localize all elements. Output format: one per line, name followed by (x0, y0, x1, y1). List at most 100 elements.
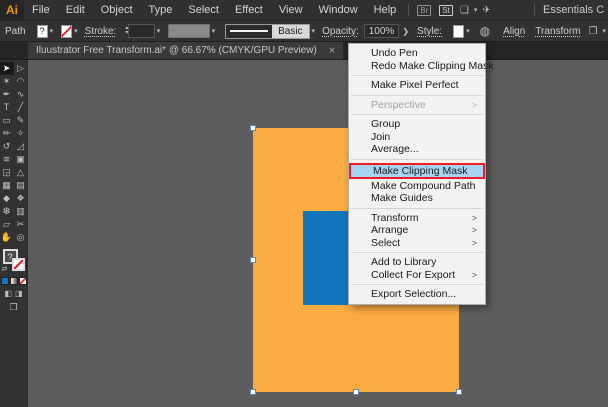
selection-handle[interactable] (250, 257, 256, 263)
perspective-grid-tool-icon[interactable]: △ (14, 166, 28, 179)
tab-close-icon[interactable]: × (329, 45, 335, 57)
arrange-chevron-icon[interactable]: ▾ (602, 27, 606, 35)
selection-handle[interactable] (250, 125, 256, 131)
scale-tool-icon[interactable]: ◿ (14, 140, 28, 153)
pencil-tool-icon[interactable]: ✏ (0, 127, 14, 140)
lasso-tool-icon[interactable]: ◠ (14, 75, 28, 88)
stroke-chevron-icon[interactable]: ▾ (74, 27, 78, 35)
fill-color-swatch[interactable]: ? (36, 24, 48, 38)
menu-item-transform[interactable]: Transform > (349, 212, 485, 225)
menu-item-join[interactable]: Join (349, 131, 485, 144)
bridge-icon[interactable]: Br (417, 4, 432, 16)
slice-tool-icon[interactable]: ✂ (14, 218, 28, 231)
style-swatch[interactable] (453, 24, 465, 38)
opacity-field[interactable]: 100% (363, 24, 400, 38)
hand-tool-icon[interactable]: ✋ (0, 231, 14, 244)
document-tab[interactable]: Iluustrator Free Transform.ai* @ 66.67% … (28, 42, 344, 59)
stroke-proxy-swatch[interactable] (11, 258, 25, 271)
menu-item-add-to-library[interactable]: Add to Library (349, 256, 485, 269)
menubar-item-edit[interactable]: Edit (58, 4, 93, 16)
recolor-artwork-icon[interactable]: ◍ (480, 24, 490, 38)
gradient-tool-icon[interactable]: ▤ (14, 179, 28, 192)
variable-width-profile-dropdown[interactable] (168, 24, 210, 38)
menu-item-arrange[interactable]: Arrange > (349, 224, 485, 237)
apply-gradient-button[interactable] (9, 277, 18, 285)
selection-handle[interactable] (250, 389, 256, 395)
menubar-item-help[interactable]: Help (366, 4, 405, 16)
zoom-tool-icon[interactable]: ◎ (14, 231, 28, 244)
selection-tool-icon[interactable]: ➤ (0, 62, 14, 75)
stroke-label[interactable]: Stroke: (85, 26, 117, 37)
curvature-tool-icon[interactable]: ∿ (14, 88, 28, 101)
type-tool-icon[interactable]: T (0, 101, 14, 114)
menu-item-label: Make Pixel Perfect (371, 79, 459, 92)
menu-item-undo-pen[interactable]: Undo Pen (349, 47, 485, 60)
arrange-documents-icon[interactable]: ❒ (589, 26, 598, 37)
menubar-item-view[interactable]: View (271, 4, 311, 16)
width-tool-icon[interactable]: ≋ (0, 153, 14, 166)
menubar-item-effect[interactable]: Effect (227, 4, 271, 16)
menu-item-export-selection[interactable]: Export Selection... (349, 288, 485, 301)
align-button[interactable]: Align (503, 26, 525, 37)
opacity-presets-arrow-icon[interactable]: ❯ (402, 27, 409, 36)
stock-icon[interactable]: St (439, 4, 453, 16)
brush-definition-dropdown[interactable]: Basic (225, 23, 310, 39)
document-arrangement-icon[interactable]: ❏ (460, 5, 469, 16)
menu-separator (351, 252, 483, 253)
menu-item-group[interactable]: Group (349, 118, 485, 131)
menu-item-make-compound-path[interactable]: Make Compound Path (349, 180, 485, 193)
menu-item-make-clipping-mask[interactable]: Make Clipping Mask (349, 162, 485, 179)
shaper-tool-icon[interactable]: ✧ (14, 127, 28, 140)
artboard-tool-icon[interactable]: ▱ (0, 218, 14, 231)
stroke-weight-chevron-icon[interactable]: ▾ (157, 27, 161, 35)
menu-item-select[interactable]: Select > (349, 237, 485, 250)
apply-color-button[interactable] (0, 277, 9, 285)
opacity-label[interactable]: Opacity: (322, 26, 359, 37)
rotate-tool-icon[interactable]: ↺ (0, 140, 14, 153)
menubar-item-window[interactable]: Window (311, 4, 366, 16)
fill-stroke-indicator[interactable]: ? ⇄ (2, 249, 26, 273)
blend-tool-icon[interactable]: ❖ (14, 192, 28, 205)
symbol-sprayer-tool-icon[interactable]: ❆ (0, 205, 14, 218)
menu-item-average[interactable]: Average... (349, 143, 485, 156)
canvas[interactable] (28, 60, 608, 407)
pen-tool-icon[interactable]: ✒ (0, 88, 14, 101)
eyedropper-tool-icon[interactable]: ◆ (0, 192, 14, 205)
apply-none-button[interactable] (18, 277, 27, 285)
chevron-down-icon[interactable]: ▾ (474, 6, 478, 14)
rectangle-tool-icon[interactable]: ▭ (0, 114, 14, 127)
menubar-item-type[interactable]: Type (141, 4, 181, 16)
free-transform-tool-icon[interactable]: ▣ (14, 153, 28, 166)
brush-chevron-icon[interactable]: ▾ (312, 27, 316, 35)
menu-item-perspective: Perspective > (349, 99, 485, 112)
menubar-item-select[interactable]: Select (180, 4, 227, 16)
direct-selection-tool-icon[interactable]: ▷ (14, 62, 28, 75)
menu-item-make-pixel-perfect[interactable]: Make Pixel Perfect (349, 79, 485, 92)
selection-handle[interactable] (353, 389, 359, 395)
gpu-performance-rocket-icon[interactable]: ✈ (482, 5, 490, 16)
shape-builder-tool-icon[interactable]: ◲ (0, 166, 14, 179)
menu-item-collect-for-export[interactable]: Collect For Export > (349, 269, 485, 282)
fill-chevron-icon[interactable]: ▾ (50, 27, 54, 35)
stroke-weight-field[interactable] (128, 24, 155, 38)
line-segment-tool-icon[interactable]: ╱ (14, 101, 28, 114)
transform-button[interactable]: Transform (535, 26, 580, 37)
menubar-item-object[interactable]: Object (93, 4, 141, 16)
column-graph-tool-icon[interactable]: ▥ (14, 205, 28, 218)
selection-handle[interactable] (456, 389, 462, 395)
profile-chevron-icon[interactable]: ▾ (212, 27, 216, 35)
style-chevron-icon[interactable]: ▾ (466, 27, 470, 35)
mesh-tool-icon[interactable]: ▦ (0, 179, 14, 192)
paintbrush-tool-icon[interactable]: ✎ (14, 114, 28, 127)
draw-behind-mode-icon[interactable]: ◨ (15, 289, 23, 298)
change-screen-mode-icon[interactable]: ❐ (9, 302, 17, 313)
stroke-color-swatch[interactable] (61, 24, 73, 38)
menu-item-make-guides[interactable]: Make Guides (349, 192, 485, 205)
menu-item-redo-make-clipping-mask[interactable]: Redo Make Clipping Mask (349, 60, 494, 73)
magic-wand-tool-icon[interactable]: ✶ (0, 75, 14, 88)
workspace-switcher[interactable]: Essentials C (534, 4, 608, 16)
style-label[interactable]: Style: (417, 26, 442, 37)
draw-normal-mode-icon[interactable]: ◧ (4, 289, 12, 298)
default-fill-stroke-icon[interactable]: ⇄ (2, 265, 8, 273)
menubar-item-file[interactable]: File (24, 4, 58, 16)
